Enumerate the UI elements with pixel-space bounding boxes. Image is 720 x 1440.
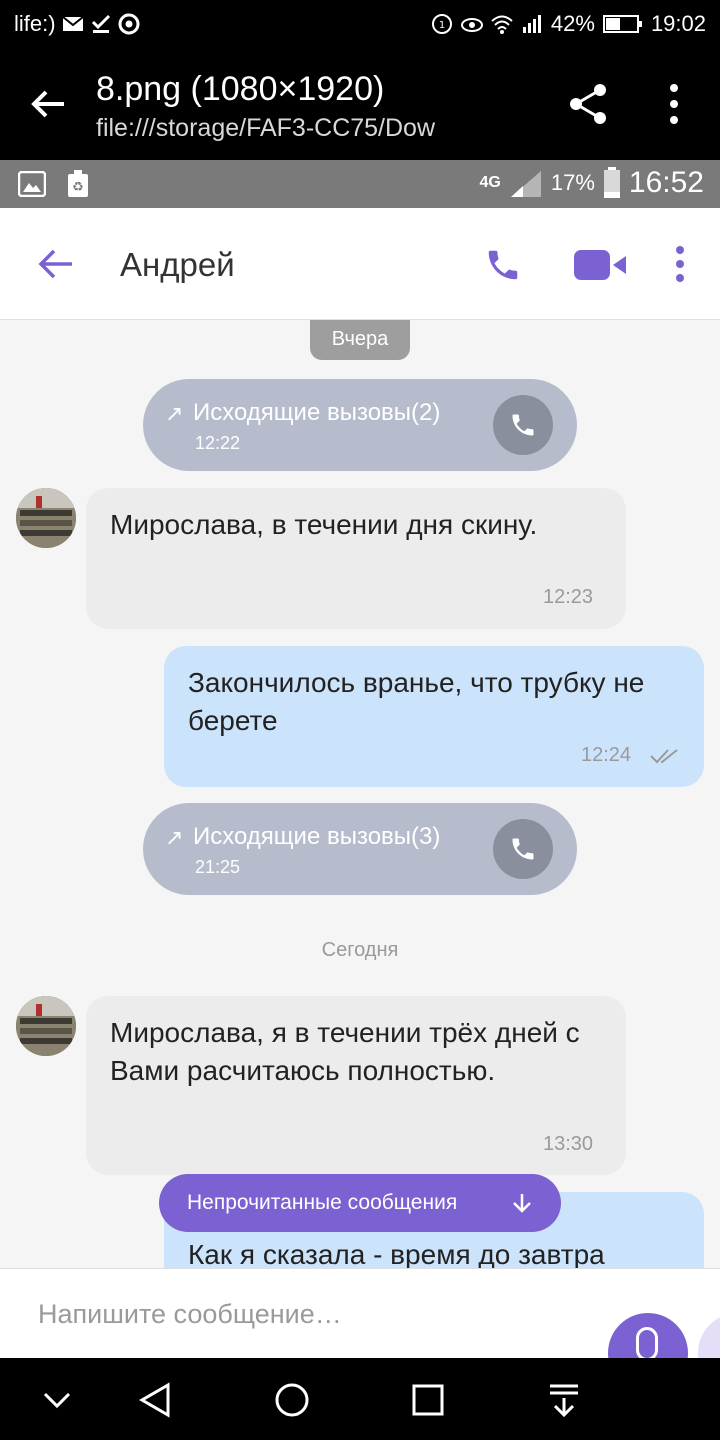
screenshot-status-bar: ♻ 4G 17% 16:52 — [0, 160, 720, 208]
phone-icon[interactable] — [484, 246, 522, 284]
message-input[interactable]: Напишите сообщение… — [38, 1299, 342, 1330]
more-vert-icon[interactable] — [670, 244, 690, 284]
call-back-button[interactable] — [493, 395, 553, 455]
back-arrow-icon[interactable] — [28, 84, 68, 124]
phone-icon — [512, 414, 534, 436]
message-text: Мирослава, я в течении трёх дней с Вами … — [110, 1017, 580, 1086]
message-line: Как я сказала - время до завтра — [188, 1239, 605, 1268]
share-icon[interactable] — [566, 82, 610, 126]
voice-message-button[interactable] — [608, 1313, 688, 1358]
unread-messages-button[interactable]: Непрочитанные сообщения — [159, 1174, 561, 1232]
call-log-bubble[interactable]: ↗ Исходящие вызовы(2) 12:22 — [143, 379, 577, 471]
signal-icon — [510, 171, 541, 197]
video-call-icon[interactable] — [574, 248, 628, 282]
message-incoming[interactable]: Мирослава, в течении дня скину. 12:23 — [86, 488, 626, 629]
image-viewer-toolbar: 8.png (1080×1920) file:///storage/FAF3-C… — [0, 48, 720, 160]
date-separator-today: Сегодня — [321, 939, 399, 961]
call-log-time: 21:25 — [195, 857, 241, 877]
message-time: 12:24 — [581, 744, 632, 766]
file-path: file:///storage/FAF3-CC75/Dow — [96, 114, 436, 142]
avatar[interactable] — [16, 996, 76, 1056]
sticker-button[interactable] — [698, 1313, 720, 1358]
contact-name[interactable]: Андрей — [120, 246, 235, 284]
battery-icon — [602, 15, 642, 33]
signal-icon — [522, 15, 541, 33]
system-nav-bar — [0, 1358, 720, 1440]
back-nav-icon[interactable] — [136, 1380, 176, 1420]
more-vert-icon[interactable] — [664, 82, 684, 126]
battery-saver-icon: ♻ — [68, 170, 88, 197]
message-outgoing[interactable]: Закончилось вранье, что трубку не берете… — [164, 646, 704, 787]
recents-nav-icon[interactable] — [408, 1380, 448, 1420]
avatar[interactable] — [16, 488, 76, 548]
chat-header: Андрей — [0, 208, 720, 320]
mail-icon — [61, 16, 84, 31]
call-log-label: Исходящие вызовы(2) — [193, 399, 441, 426]
call-log-bubble[interactable]: ↗ Исходящие вызовы(3) 21:25 — [143, 803, 577, 895]
call-log-time: 12:22 — [195, 433, 241, 453]
network-type: 4G — [479, 174, 501, 191]
battery-percent: 17% — [550, 170, 595, 195]
avatar-image — [16, 996, 76, 1056]
status-time: 19:02 — [650, 11, 706, 36]
arrow-down-icon — [513, 1194, 531, 1213]
eye-comfort-icon — [460, 18, 483, 32]
home-nav-icon[interactable] — [272, 1380, 312, 1420]
chat-messages[interactable]: Вчера ↗ Исходящие вызовы(2) 12:22 Миросл… — [0, 320, 720, 1268]
battery-percent: 42% — [550, 11, 595, 36]
hide-nav-icon[interactable] — [37, 1380, 77, 1420]
phone-icon — [512, 838, 534, 860]
svg-text:♻: ♻ — [72, 180, 84, 195]
download-done-icon — [91, 14, 110, 33]
battery-icon — [603, 167, 620, 198]
unread-messages-label: Непрочитанные сообщения — [187, 1191, 458, 1214]
message-time: 13:30 — [543, 1133, 594, 1155]
back-arrow-icon[interactable] — [38, 246, 74, 282]
outgoing-arrow-icon: ↗ — [165, 401, 184, 426]
microphone-icon — [636, 1327, 658, 1358]
date-separator-yesterday: Вчера — [310, 320, 410, 360]
svg-text:1: 1 — [439, 20, 445, 31]
message-incoming[interactable]: Мирослава, я в течении трёх дней с Вами … — [86, 996, 626, 1175]
status-time: 16:52 — [628, 166, 704, 199]
wifi-icon — [491, 15, 513, 34]
outgoing-arrow-icon: ↗ — [165, 825, 184, 850]
call-log-label: Исходящие вызовы(3) — [193, 823, 441, 850]
chrome-icon — [118, 13, 140, 35]
file-title: 8.png (1080×1920) — [96, 70, 385, 108]
double-check-icon — [650, 749, 678, 764]
notifications-pull-icon[interactable] — [544, 1380, 584, 1420]
message-composer: Напишите сообщение… — [0, 1268, 720, 1358]
gallery-icon — [18, 171, 46, 197]
message-text: Закончилось вранье, что трубку не берете — [188, 667, 645, 736]
outer-status-bar: life:) 1 42% 19:02 — [0, 0, 720, 48]
message-text: Мирослава, в течении дня скину. — [110, 509, 538, 540]
carrier-label: life:) — [14, 11, 56, 36]
call-back-button[interactable] — [493, 819, 553, 879]
data-saver-icon: 1 — [431, 14, 452, 34]
message-time: 12:23 — [543, 586, 594, 608]
avatar-image — [16, 488, 76, 548]
